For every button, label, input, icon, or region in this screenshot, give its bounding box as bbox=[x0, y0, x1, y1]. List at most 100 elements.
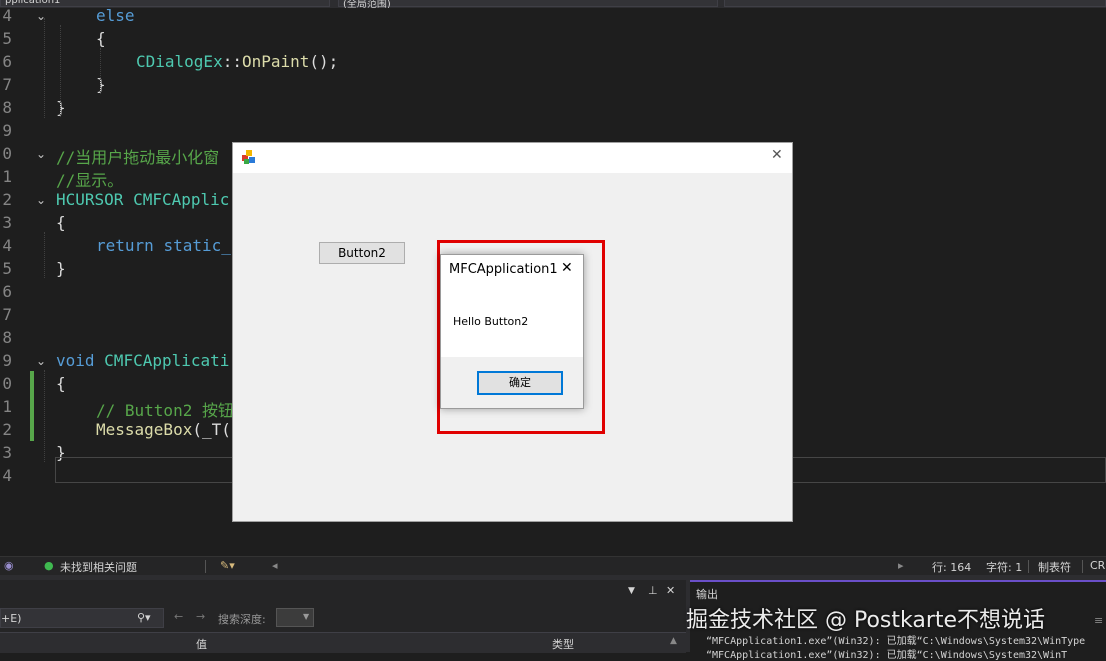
code-token: MessageBox bbox=[96, 420, 193, 439]
code-token: (_T( bbox=[192, 420, 231, 439]
code-line: return static_ bbox=[96, 236, 231, 255]
message-text: Hello Button2 bbox=[453, 315, 529, 328]
line-number: 7 bbox=[2, 305, 12, 324]
line-number: 4 bbox=[2, 6, 12, 25]
back-arrow-icon[interactable]: ← bbox=[174, 610, 183, 623]
dialog-close-icon[interactable]: ✕ bbox=[771, 147, 783, 163]
status-divider bbox=[1082, 560, 1083, 573]
fold-chevron-icon[interactable]: ⌄ bbox=[36, 193, 46, 207]
line-number: 8 bbox=[2, 98, 12, 117]
code-line: { bbox=[56, 213, 66, 232]
code-token: static_ bbox=[163, 236, 231, 255]
eol-indicator[interactable]: CR bbox=[1090, 559, 1105, 572]
status-divider bbox=[1028, 560, 1029, 573]
output-panel-title: 输出 bbox=[696, 588, 718, 601]
fold-chevron-icon[interactable]: ⌄ bbox=[36, 354, 46, 368]
code-token: (); bbox=[309, 52, 339, 71]
forward-arrow-icon[interactable]: → bbox=[196, 610, 205, 623]
scroll-left-icon[interactable]: ◂ bbox=[272, 559, 278, 572]
project-dropdown[interactable]: pplication1 bbox=[0, 0, 330, 7]
line-number: 5 bbox=[2, 29, 12, 48]
member-dropdown[interactable] bbox=[724, 0, 1106, 7]
scroll-right-icon[interactable]: ▸ bbox=[898, 559, 904, 572]
code-token: OnPaint bbox=[241, 52, 310, 71]
search-input-value: +E) bbox=[1, 612, 22, 625]
line-number: 9 bbox=[2, 351, 12, 370]
code-token: // Button2 按钮 bbox=[96, 401, 234, 420]
line-number: 1 bbox=[2, 167, 12, 186]
panel-close-icon[interactable]: ✕ bbox=[666, 584, 675, 597]
line-number: 5 bbox=[2, 259, 12, 278]
code-line: } bbox=[56, 259, 66, 278]
scroll-up-icon[interactable]: ▲ bbox=[670, 636, 677, 646]
search-icon[interactable]: ⚲▾ bbox=[137, 611, 151, 624]
git-icon[interactable]: ◉ bbox=[4, 559, 14, 572]
chevron-down-icon: ▼ bbox=[303, 612, 310, 621]
change-indicator bbox=[30, 371, 34, 441]
line-number: 6 bbox=[2, 52, 12, 71]
line-number: 3 bbox=[2, 213, 12, 232]
scope-dropdown[interactable]: (全局范围) bbox=[338, 0, 718, 8]
code-token: } bbox=[56, 259, 66, 278]
search-depth-label: 搜索深度: bbox=[218, 613, 266, 626]
code-token: //当用户拖动最小化窗 bbox=[56, 148, 220, 167]
code-cleanup-icon[interactable]: ✎▾ bbox=[220, 559, 235, 572]
code-line: // Button2 按钮 bbox=[96, 397, 234, 421]
autos-panel: ▼ ⊥ ✕ +E) ⚲▾ ← → 搜索深度: ▼ 值 类型 ▲ bbox=[0, 580, 686, 653]
watermark-text: 掘金技术社区 @ Postkarte不想说话 bbox=[686, 608, 1046, 633]
message-box-title: MFCApplication1 bbox=[449, 262, 558, 277]
line-number: 3 bbox=[2, 443, 12, 462]
code-line: else bbox=[96, 6, 135, 25]
message-box: MFCApplication1 ✕ Hello Button2 确定 bbox=[440, 254, 584, 409]
indent-guide bbox=[60, 25, 61, 117]
indent-guide bbox=[100, 48, 101, 94]
code-token: //显示。 bbox=[56, 171, 124, 190]
line-number: 4 bbox=[2, 466, 12, 485]
dialog-title-bar: ✕ bbox=[233, 143, 792, 173]
code-token: return bbox=[96, 236, 154, 255]
top-navigation-bar: pplication1 (全局范围) bbox=[0, 0, 1106, 8]
column-header-value[interactable]: 值 bbox=[196, 636, 207, 652]
status-divider bbox=[205, 560, 206, 573]
check-icon: ● bbox=[44, 559, 54, 572]
button2[interactable]: Button2 bbox=[319, 242, 405, 264]
search-input[interactable]: +E) ⚲▾ bbox=[0, 608, 164, 628]
indent-guide bbox=[44, 370, 45, 462]
code-token: HCURSOR bbox=[56, 190, 124, 209]
column-header-type[interactable]: 类型 bbox=[552, 636, 574, 652]
code-line: //当用户拖动最小化窗 bbox=[56, 144, 219, 168]
output-menu-icon[interactable]: ≡ bbox=[1094, 614, 1103, 627]
autos-table-header: 值 类型 ▲ bbox=[0, 632, 686, 653]
line-indicator[interactable]: 行: 164 bbox=[932, 559, 971, 575]
output-line: “MFCApplication1.exe”(Win32): 已加载“C:\Win… bbox=[706, 650, 1068, 661]
code-token: { bbox=[96, 29, 106, 48]
indent-guide bbox=[44, 232, 45, 278]
line-number: 9 bbox=[2, 121, 12, 140]
code-line: void CMFCApplicati bbox=[56, 351, 229, 370]
line-number: 6 bbox=[2, 282, 12, 301]
line-number: 2 bbox=[2, 420, 12, 439]
search-depth-dropdown[interactable]: ▼ bbox=[276, 608, 314, 627]
code-token: { bbox=[56, 374, 66, 393]
status-bar: ◉ ● 未找到相关问题 ✎▾ ◂ ▸ 行: 164 字符: 1 制表符 CR bbox=[0, 556, 1106, 575]
tabs-indicator[interactable]: 制表符 bbox=[1038, 559, 1071, 575]
pin-icon[interactable]: ⊥ bbox=[648, 584, 658, 597]
code-token: CMFCApplicati bbox=[104, 351, 230, 370]
message-box-close-icon[interactable]: ✕ bbox=[561, 260, 573, 276]
issues-status[interactable]: 未找到相关问题 bbox=[60, 559, 137, 575]
panel-menu-icon[interactable]: ▼ bbox=[628, 586, 635, 596]
code-token: :: bbox=[222, 52, 242, 71]
code-token: { bbox=[56, 213, 66, 232]
fold-chevron-icon[interactable]: ⌄ bbox=[36, 147, 46, 161]
char-indicator[interactable]: 字符: 1 bbox=[986, 559, 1022, 575]
line-number: 4 bbox=[2, 236, 12, 255]
indent-guide bbox=[44, 18, 45, 118]
scope-dropdown-value: (全局范围) bbox=[343, 0, 391, 8]
code-line: HCURSOR CMFCApplic bbox=[56, 190, 229, 209]
ok-button[interactable]: 确定 bbox=[477, 371, 563, 395]
line-number: 0 bbox=[2, 144, 12, 163]
message-box-footer: 确定 bbox=[441, 357, 583, 408]
